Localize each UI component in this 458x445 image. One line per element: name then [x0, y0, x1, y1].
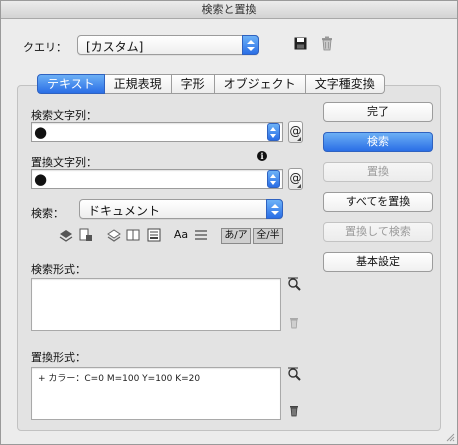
delete-query-icon[interactable]: [321, 36, 333, 51]
window-title: 検索と置換: [1, 1, 457, 19]
clear-find-format-icon[interactable]: [289, 317, 299, 329]
find-what-label: 検索文字列：: [31, 109, 97, 122]
find-button[interactable]: 検索: [323, 132, 433, 152]
popup-arrows-icon: [242, 35, 259, 55]
find-what-value: ●: [34, 123, 48, 141]
query-popup[interactable]: [カスタム]: [77, 35, 259, 55]
popup-arrows-icon: [266, 199, 283, 219]
find-format-settings-icon[interactable]: [287, 277, 302, 292]
fewer-options-button[interactable]: 基本設定: [323, 252, 433, 272]
info-icon: i: [257, 151, 267, 161]
change-to-value: ●: [34, 170, 48, 188]
find-what-field[interactable]: ●: [31, 122, 283, 142]
kana-sensitive-toggle[interactable]: あ/ア: [221, 228, 251, 244]
case-sensitive-toggle[interactable]: Aa: [173, 228, 189, 244]
find-format-label: 検索形式：: [31, 263, 86, 276]
tab-bar: テキスト 正規表現 字形 オブジェクト 文字種変換: [37, 74, 385, 94]
change-format-label: 置換形式：: [31, 351, 86, 364]
at-icon: @: [289, 171, 302, 185]
include-footnotes-icon[interactable]: [147, 228, 161, 244]
clear-change-format-icon[interactable]: [289, 405, 299, 417]
change-to-label: 置換文字列：: [31, 156, 97, 169]
change-to-field[interactable]: ●: [31, 169, 283, 189]
search-scope-value: ドキュメント: [88, 204, 161, 218]
query-label: クエリ：: [23, 41, 67, 54]
whole-word-icon[interactable]: [194, 228, 208, 244]
change-find-button[interactable]: 置換して検索: [323, 222, 433, 242]
find-history-stepper[interactable]: [267, 123, 280, 141]
find-change-window: 検索と置換 クエリ： [カスタム] テキスト 正規表現 字形 オブジェクト 文字…: [0, 0, 458, 445]
at-icon: @: [289, 124, 302, 138]
save-query-icon[interactable]: [294, 37, 307, 50]
include-master-pages-icon[interactable]: [126, 228, 140, 244]
width-sensitive-toggle[interactable]: 全/半: [253, 228, 283, 244]
tab-transliterate[interactable]: 文字種変換: [305, 74, 385, 94]
done-button[interactable]: 完了: [323, 102, 433, 122]
change-special-chars-button[interactable]: @: [288, 168, 303, 190]
find-format-box[interactable]: [31, 278, 281, 331]
change-button[interactable]: 置換: [323, 162, 433, 182]
include-hidden-layers-icon[interactable]: [107, 228, 121, 244]
tab-grep[interactable]: 正規表現: [104, 74, 172, 94]
search-scope-popup[interactable]: ドキュメント: [79, 199, 283, 219]
resize-grip-icon[interactable]: [445, 432, 455, 442]
change-format-box[interactable]: + カラー：C=0 M=100 Y=100 K=20: [31, 367, 281, 420]
tab-glyph[interactable]: 字形: [171, 74, 215, 94]
include-locked-layers-icon[interactable]: [59, 228, 73, 244]
tab-text[interactable]: テキスト: [37, 74, 105, 94]
change-format-value: + カラー：C=0 M=100 Y=100 K=20: [38, 374, 201, 384]
include-locked-stories-icon[interactable]: [79, 228, 93, 244]
find-special-chars-button[interactable]: @: [288, 121, 303, 143]
search-scope-label: 検索：: [31, 207, 64, 220]
change-format-settings-icon[interactable]: [287, 367, 302, 382]
query-value: [カスタム]: [86, 40, 144, 54]
tab-object[interactable]: オブジェクト: [214, 74, 306, 94]
change-all-button[interactable]: すべてを置換: [323, 192, 433, 212]
change-history-stepper[interactable]: [267, 170, 280, 188]
